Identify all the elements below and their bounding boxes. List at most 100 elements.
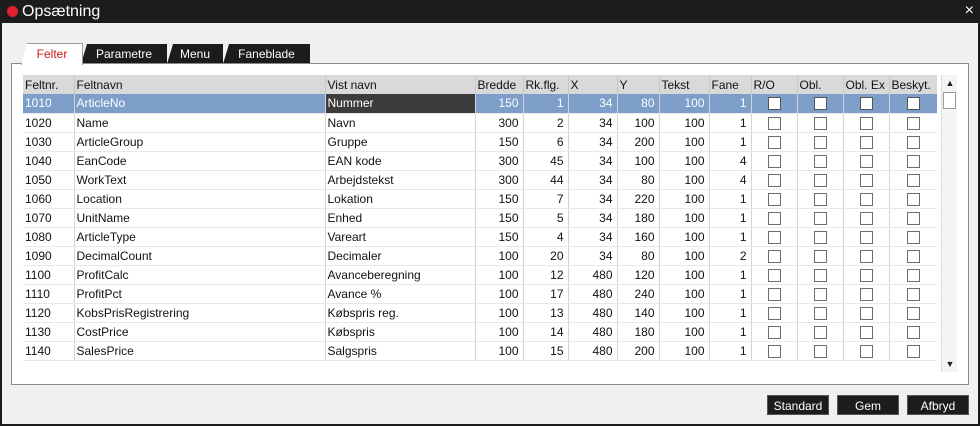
cell-bredde[interactable]: 100 bbox=[475, 322, 524, 342]
cell-x[interactable]: 480 bbox=[568, 265, 618, 285]
vertical-scrollbar[interactable]: ▲ ▼ bbox=[941, 75, 957, 372]
cell-tekst[interactable]: 100 bbox=[659, 303, 710, 323]
cell-rkflg[interactable]: 7 bbox=[523, 189, 569, 209]
cell-tekst[interactable]: 100 bbox=[659, 265, 710, 285]
obl-checkbox[interactable] bbox=[813, 173, 827, 187]
obl-checkbox[interactable] bbox=[813, 287, 827, 301]
obl-checkbox[interactable] bbox=[813, 325, 827, 339]
column-header[interactable]: Rk.flg. bbox=[523, 75, 569, 94]
cell-bredde[interactable]: 150 bbox=[475, 227, 524, 247]
cell-feltnavn[interactable]: UnitName bbox=[74, 208, 326, 228]
cell-tekst[interactable]: 100 bbox=[659, 189, 710, 209]
cell-fane[interactable]: 1 bbox=[709, 208, 752, 228]
cell-fane[interactable]: 2 bbox=[709, 246, 752, 266]
cell-y[interactable]: 80 bbox=[617, 94, 660, 114]
tab-parametre[interactable]: Parametre bbox=[81, 44, 167, 64]
table-row[interactable]: 1040 EanCode EAN kode 300 45 34 100 100 4 bbox=[23, 151, 937, 171]
cell-tekst[interactable]: 100 bbox=[659, 322, 710, 342]
cell-tekst[interactable]: 100 bbox=[659, 94, 710, 114]
tab-faneblade[interactable]: Faneblade bbox=[223, 44, 310, 64]
cell-feltnavn[interactable]: ArticleNo bbox=[74, 94, 326, 114]
cell-rkflg[interactable]: 2 bbox=[523, 113, 569, 133]
cell-x[interactable]: 34 bbox=[568, 132, 618, 152]
beskyt-checkbox[interactable] bbox=[906, 344, 920, 358]
cell-vist-navn[interactable]: Købspris bbox=[325, 322, 476, 342]
column-header[interactable]: Feltnavn bbox=[74, 75, 326, 94]
cell-y[interactable]: 140 bbox=[617, 303, 660, 323]
cell-fane[interactable]: 1 bbox=[709, 265, 752, 285]
table-row[interactable]: 1110 ProfitPct Avance % 100 17 480 240 100 1 bbox=[23, 284, 937, 304]
cell-bredde[interactable]: 300 bbox=[475, 170, 524, 190]
beskyt-checkbox[interactable] bbox=[906, 116, 920, 130]
cell-y[interactable]: 160 bbox=[617, 227, 660, 247]
cell-fane[interactable]: 4 bbox=[709, 151, 752, 171]
cell-vist-navn[interactable]: Avanceberegning bbox=[325, 265, 476, 285]
column-header[interactable]: Obl. bbox=[797, 75, 844, 94]
obl-checkbox[interactable] bbox=[813, 344, 827, 358]
standard-button[interactable]: Standard bbox=[767, 395, 829, 415]
cell-rkflg[interactable]: 6 bbox=[523, 132, 569, 152]
cell-x[interactable]: 480 bbox=[568, 284, 618, 304]
cell-vist-navn[interactable]: Købspris reg. bbox=[325, 303, 476, 323]
cell-feltnr[interactable]: 1040 bbox=[23, 151, 75, 171]
cell-rkflg[interactable]: 1 bbox=[523, 94, 569, 114]
cell-rkflg[interactable]: 45 bbox=[523, 151, 569, 171]
ro-checkbox[interactable] bbox=[767, 249, 781, 263]
obl-checkbox[interactable] bbox=[813, 306, 827, 320]
table-row[interactable]: 1100 ProfitCalc Avanceberegning 100 12 480 120… bbox=[23, 265, 937, 285]
table-row[interactable]: 1050 WorkText Arbejdstekst 300 44 34 80 100 4 bbox=[23, 170, 937, 190]
cell-bredde[interactable]: 150 bbox=[475, 94, 524, 114]
cell-feltnr[interactable]: 1120 bbox=[23, 303, 75, 323]
table-row[interactable]: 1090 DecimalCount Decimaler 100 20 34 80 100 2 bbox=[23, 246, 937, 266]
obl-checkbox[interactable] bbox=[813, 268, 827, 282]
cell-fane[interactable]: 1 bbox=[709, 341, 752, 361]
cell-rkflg[interactable]: 5 bbox=[523, 208, 569, 228]
cell-y[interactable]: 80 bbox=[617, 246, 660, 266]
cell-bredde[interactable]: 150 bbox=[475, 189, 524, 209]
cell-feltnavn[interactable]: WorkText bbox=[74, 170, 326, 190]
cell-y[interactable]: 100 bbox=[617, 151, 660, 171]
cell-bredde[interactable]: 100 bbox=[475, 303, 524, 323]
obl-ex-checkbox[interactable] bbox=[859, 192, 873, 206]
cell-vist-navn[interactable]: Lokation bbox=[325, 189, 476, 209]
cell-feltnavn[interactable]: ArticleGroup bbox=[74, 132, 326, 152]
ro-checkbox[interactable] bbox=[767, 211, 781, 225]
cell-fane[interactable]: 1 bbox=[709, 132, 752, 152]
beskyt-checkbox[interactable] bbox=[906, 173, 920, 187]
obl-ex-checkbox[interactable] bbox=[859, 268, 873, 282]
cell-feltnr[interactable]: 1140 bbox=[23, 341, 75, 361]
obl-checkbox[interactable] bbox=[813, 211, 827, 225]
tab-menu[interactable]: Menu bbox=[167, 44, 223, 64]
cell-x[interactable]: 34 bbox=[568, 94, 618, 114]
cell-x[interactable]: 34 bbox=[568, 246, 618, 266]
obl-ex-checkbox[interactable] bbox=[859, 325, 873, 339]
cell-feltnavn[interactable]: ProfitPct bbox=[74, 284, 326, 304]
cell-x[interactable]: 34 bbox=[568, 170, 618, 190]
obl-checkbox[interactable] bbox=[813, 116, 827, 130]
cell-feltnavn[interactable]: CostPrice bbox=[74, 322, 326, 342]
cell-feltnavn[interactable]: Name bbox=[74, 113, 326, 133]
cell-feltnavn[interactable]: Location bbox=[74, 189, 326, 209]
beskyt-checkbox[interactable] bbox=[906, 230, 920, 244]
cell-fane[interactable]: 1 bbox=[709, 113, 752, 133]
cell-fane[interactable]: 4 bbox=[709, 170, 752, 190]
cell-vist-navn[interactable]: EAN kode bbox=[325, 151, 476, 171]
obl-ex-checkbox[interactable] bbox=[859, 230, 873, 244]
column-header[interactable]: Obl. Ex bbox=[843, 75, 890, 94]
cell-rkflg[interactable]: 44 bbox=[523, 170, 569, 190]
obl-ex-checkbox[interactable] bbox=[859, 249, 873, 263]
ro-checkbox[interactable] bbox=[767, 135, 781, 149]
cell-feltnr[interactable]: 1060 bbox=[23, 189, 75, 209]
cell-y[interactable]: 80 bbox=[617, 170, 660, 190]
cell-bredde[interactable]: 100 bbox=[475, 246, 524, 266]
cell-bredde[interactable]: 300 bbox=[475, 151, 524, 171]
cell-tekst[interactable]: 100 bbox=[659, 170, 710, 190]
cell-feltnavn[interactable]: EanCode bbox=[74, 151, 326, 171]
beskyt-checkbox[interactable] bbox=[906, 154, 920, 168]
cell-fane[interactable]: 1 bbox=[709, 284, 752, 304]
obl-ex-checkbox[interactable] bbox=[859, 306, 873, 320]
obl-checkbox[interactable] bbox=[813, 249, 827, 263]
obl-ex-checkbox[interactable] bbox=[859, 211, 873, 225]
obl-checkbox[interactable] bbox=[813, 192, 827, 206]
cell-tekst[interactable]: 100 bbox=[659, 227, 710, 247]
